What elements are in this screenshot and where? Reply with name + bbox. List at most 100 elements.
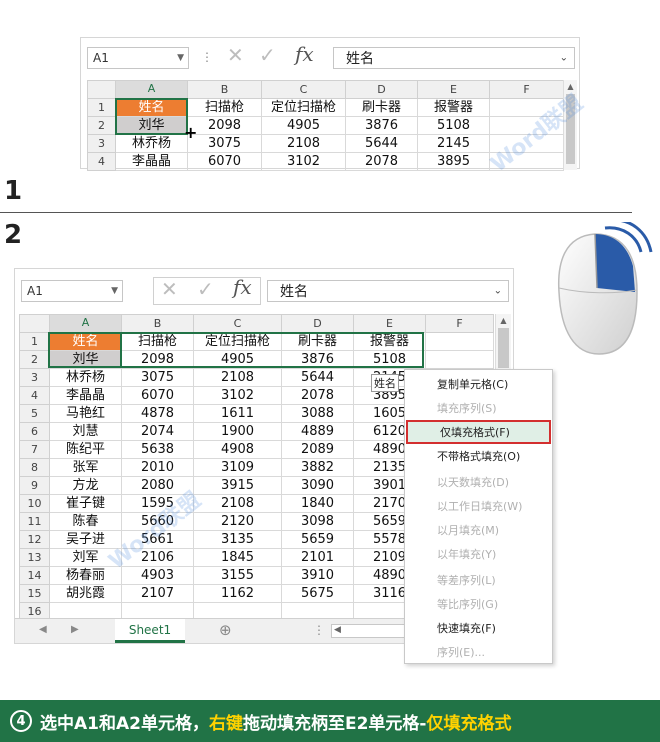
- cell[interactable]: 4889: [281, 422, 354, 441]
- cell[interactable]: 2089: [281, 440, 354, 459]
- next-sheet-icon[interactable]: ▶: [71, 624, 79, 635]
- cell[interactable]: 3075: [187, 134, 262, 153]
- row-header[interactable]: 3: [19, 368, 50, 387]
- row-header[interactable]: 14: [19, 566, 50, 585]
- cell[interactable]: [425, 350, 494, 369]
- menu-item[interactable]: 快速填充(F): [405, 616, 552, 640]
- cell[interactable]: 方龙: [49, 476, 122, 495]
- cell[interactable]: 4908: [193, 440, 282, 459]
- column-header-b[interactable]: B: [121, 314, 194, 333]
- cell[interactable]: 5644: [345, 134, 418, 153]
- cell[interactable]: 马艳红: [49, 404, 122, 423]
- cell[interactable]: 2078: [345, 152, 418, 171]
- cell[interactable]: 刘华: [49, 350, 122, 369]
- cell[interactable]: 2108: [193, 494, 282, 513]
- scroll-left-icon[interactable]: ◀: [334, 625, 341, 635]
- column-header-e[interactable]: E: [353, 314, 426, 333]
- menu-item[interactable]: 仅填充格式(F): [406, 420, 551, 444]
- column-header-a[interactable]: A: [49, 314, 122, 334]
- cell[interactable]: 刷卡器: [345, 98, 418, 117]
- row-header[interactable]: 11: [19, 512, 50, 531]
- row-header[interactable]: 2: [87, 116, 116, 135]
- column-header-f[interactable]: F: [425, 314, 494, 333]
- cell[interactable]: 林乔杨: [115, 134, 188, 153]
- sheet-tab-sheet1[interactable]: Sheet1: [115, 619, 185, 643]
- select-all-corner[interactable]: [19, 314, 50, 333]
- cell[interactable]: 定位扫描枪: [193, 332, 282, 351]
- cell[interactable]: 2098: [187, 116, 262, 135]
- cell[interactable]: 3088: [281, 404, 354, 423]
- cell[interactable]: 姓名: [115, 98, 188, 117]
- column-header-d[interactable]: D: [281, 314, 354, 333]
- column-header-e[interactable]: E: [417, 80, 490, 99]
- cell[interactable]: 姓名: [49, 332, 122, 351]
- cell[interactable]: 4905: [261, 116, 346, 135]
- cell[interactable]: 李晶晶: [49, 386, 122, 405]
- column-header-a[interactable]: A: [115, 80, 188, 100]
- row-header[interactable]: 7: [19, 440, 50, 459]
- prev-sheet-icon[interactable]: ◀: [39, 624, 47, 635]
- cell[interactable]: 5108: [353, 350, 426, 369]
- column-header-c[interactable]: C: [261, 80, 346, 99]
- cell[interactable]: 2078: [281, 386, 354, 405]
- column-header-f[interactable]: F: [489, 80, 564, 99]
- cell[interactable]: 陈纪平: [49, 440, 122, 459]
- cell[interactable]: 5638: [121, 440, 194, 459]
- cell[interactable]: 1845: [193, 548, 282, 567]
- cell[interactable]: 1840: [281, 494, 354, 513]
- column-header-b[interactable]: B: [187, 80, 262, 99]
- cell[interactable]: 1162: [193, 584, 282, 603]
- cell[interactable]: 4903: [121, 566, 194, 585]
- cell[interactable]: 刘慧: [49, 422, 122, 441]
- cell[interactable]: 林乔杨: [49, 368, 122, 387]
- cell[interactable]: 5108: [417, 116, 490, 135]
- row-header[interactable]: 9: [19, 476, 50, 495]
- menu-item[interactable]: 复制单元格(C): [405, 372, 552, 396]
- cell[interactable]: 5644: [281, 368, 354, 387]
- cell[interactable]: 张军: [49, 458, 122, 477]
- cell[interactable]: 5675: [281, 584, 354, 603]
- row-header[interactable]: 13: [19, 548, 50, 567]
- formula-bar[interactable]: 姓名 ⌄: [333, 47, 575, 69]
- row-header[interactable]: 2: [19, 350, 50, 369]
- insert-function-icon[interactable]: fx: [295, 42, 314, 66]
- row-header[interactable]: 4: [87, 152, 116, 171]
- cell[interactable]: 1611: [193, 404, 282, 423]
- cell[interactable]: 3876: [281, 350, 354, 369]
- add-sheet-icon[interactable]: ⊕: [219, 621, 232, 639]
- cell[interactable]: 3876: [345, 116, 418, 135]
- formula-bar[interactable]: 姓名 ⌄: [267, 280, 509, 302]
- cancel-icon[interactable]: ✕: [227, 43, 244, 67]
- cell[interactable]: 3882: [281, 458, 354, 477]
- cell[interactable]: 6070: [121, 386, 194, 405]
- cell[interactable]: 1900: [193, 422, 282, 441]
- cell[interactable]: 3098: [281, 512, 354, 531]
- cell[interactable]: 2108: [261, 134, 346, 153]
- chevron-down-icon[interactable]: ⌄: [560, 53, 568, 64]
- insert-function-icon[interactable]: fx: [233, 275, 252, 299]
- cell[interactable]: 定位扫描枪: [261, 98, 346, 117]
- row-header[interactable]: 3: [87, 134, 116, 153]
- row-header[interactable]: 12: [19, 530, 50, 549]
- cell[interactable]: 崔子键: [49, 494, 122, 513]
- row-header[interactable]: 6: [19, 422, 50, 441]
- column-header-c[interactable]: C: [193, 314, 282, 333]
- cell[interactable]: 5659: [281, 530, 354, 549]
- chevron-down-icon[interactable]: ⌄: [494, 286, 502, 297]
- cell[interactable]: 4878: [121, 404, 194, 423]
- cell[interactable]: 报警器: [353, 332, 426, 351]
- scroll-up-icon[interactable]: ▲: [496, 316, 511, 325]
- cell[interactable]: 6070: [187, 152, 262, 171]
- cell[interactable]: 3102: [261, 152, 346, 171]
- cell[interactable]: 扫描枪: [187, 98, 262, 117]
- cell[interactable]: 4905: [193, 350, 282, 369]
- enter-icon[interactable]: ✓: [197, 277, 214, 301]
- cell[interactable]: 3135: [193, 530, 282, 549]
- horizontal-scrollbar[interactable]: ◀: [331, 624, 407, 638]
- cell[interactable]: 刷卡器: [281, 332, 354, 351]
- cell[interactable]: 2101: [281, 548, 354, 567]
- cell[interactable]: 3090: [281, 476, 354, 495]
- cancel-icon[interactable]: ✕: [161, 277, 178, 301]
- cell[interactable]: 扫描枪: [121, 332, 194, 351]
- chevron-down-icon[interactable]: ▼: [177, 53, 184, 63]
